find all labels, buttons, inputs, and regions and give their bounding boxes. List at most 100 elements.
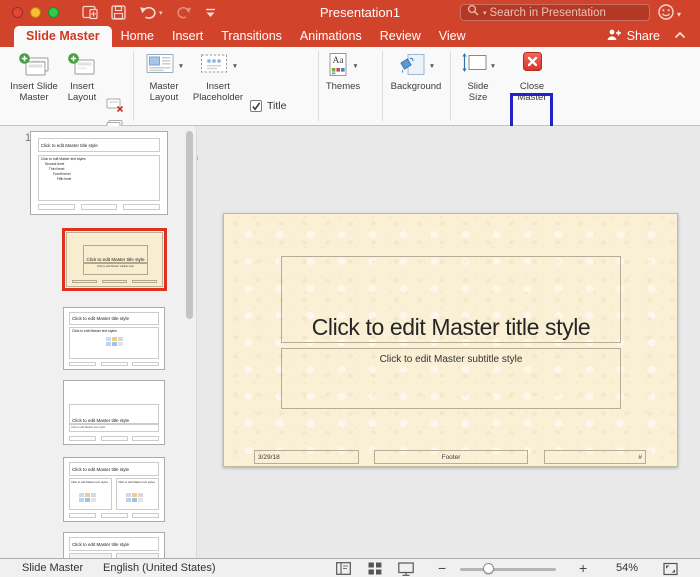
zoom-out-button[interactable]: −	[438, 559, 446, 577]
master-layout-label: Master Layout	[149, 81, 179, 103]
new-presentation-icon[interactable]	[82, 5, 98, 20]
title-checkbox[interactable]: Title	[250, 100, 286, 112]
thumbnail-title-content-layout[interactable]: Click to edit Master title style Click t…	[63, 307, 165, 370]
tab-review[interactable]: Review	[371, 25, 430, 47]
fit-slide-to-window-icon[interactable]	[663, 562, 678, 577]
insert-layout-label: Insert Layout	[67, 81, 97, 103]
slide-title-text: Click to edit Master title style	[311, 314, 591, 341]
slide-editor-canvas: Click to edit Master title style Click t…	[198, 126, 700, 558]
background-dropdown-icon: ▼	[428, 63, 436, 70]
ribbon-slide-master: Insert Slide Master Insert Layout Edit M…	[0, 47, 700, 170]
slide-date-text: 3/29/18	[258, 453, 280, 461]
insert-layout-button[interactable]: Insert Layout	[60, 50, 104, 103]
slide-size-dropdown-icon: ▼	[489, 63, 497, 70]
date-placeholder[interactable]: 3/29/18	[254, 450, 359, 464]
title-checkbox-label: Title	[267, 100, 287, 112]
master-layout-icon	[144, 52, 176, 81]
normal-view-icon[interactable]	[336, 562, 351, 577]
search-input[interactable]: ▾ Search in Presentation	[460, 4, 650, 21]
zoom-percentage[interactable]: 54%	[616, 559, 638, 577]
share-label: Share	[626, 29, 660, 43]
thumb-master-title: Click to edit Master title style	[40, 142, 98, 148]
titlebar: ▾ Presentation1 ▾ Search in Presentation…	[0, 0, 700, 25]
close-window-button[interactable]	[12, 7, 23, 18]
save-icon[interactable]	[111, 5, 126, 20]
thumb-selected-title: Click to edit Master title style	[86, 256, 145, 262]
zoom-in-button[interactable]: +	[579, 559, 587, 577]
background-icon	[397, 52, 427, 84]
search-icon	[467, 4, 480, 22]
delete-slide-button[interactable]	[104, 95, 126, 114]
tab-animations[interactable]: Animations	[291, 25, 371, 47]
status-view-label[interactable]: Slide Master	[22, 559, 83, 577]
minimize-window-button[interactable]	[30, 7, 41, 18]
thumbnail-two-content-layout[interactable]: Click to edit Master title style Click t…	[63, 457, 165, 522]
feedback-dropdown-icon: ▾	[677, 10, 682, 19]
status-language-label[interactable]: English (United States)	[103, 559, 216, 577]
thumbnail-comparison-layout[interactable]: Click to edit Master title style	[63, 532, 165, 558]
background-button[interactable]: ▼ Background	[386, 50, 446, 92]
insert-slide-master-label: Insert Slide Master	[10, 81, 58, 103]
zoom-window-button[interactable]	[48, 7, 59, 18]
tab-slide-master[interactable]: Slide Master	[14, 26, 112, 47]
feedback-button[interactable]: ▾	[657, 3, 681, 26]
slide-size-icon	[460, 52, 488, 81]
footer-placeholder[interactable]: Footer	[374, 450, 528, 464]
powerpoint-window: ▾ Presentation1 ▾ Search in Presentation…	[0, 0, 700, 577]
thumbnail-title-slide-layout-selected[interactable]: Click to edit Master title style Click t…	[66, 232, 163, 287]
thumbnail-slide-master[interactable]: Click to edit Master title style Click t…	[30, 131, 168, 215]
slide-size-button[interactable]: ▼ Slide Size	[455, 50, 501, 103]
share-icon	[606, 28, 622, 44]
zoom-slider[interactable]	[460, 568, 556, 571]
document-title: Presentation1	[319, 5, 401, 20]
insert-slide-master-icon	[6, 50, 62, 81]
themes-dropdown-icon: ▼	[352, 63, 359, 70]
undo-dropdown-icon[interactable]: ▾	[159, 9, 163, 17]
slide-thumbnail-panel: 1 Click to edit Master title style Click…	[0, 126, 197, 558]
tab-transitions[interactable]: Transitions	[212, 25, 291, 47]
zoom-slider-thumb[interactable]	[483, 563, 494, 574]
slide-number-text: #	[638, 453, 642, 461]
tab-insert[interactable]: Insert	[163, 25, 212, 47]
insert-slide-master-button[interactable]: Insert Slide Master	[6, 50, 62, 103]
insert-placeholder-button[interactable]: ▼ Insert Placeholder	[190, 50, 246, 103]
close-master-label: Close Master	[517, 81, 547, 103]
slide-size-label: Slide Size	[467, 81, 489, 103]
redo-icon	[176, 5, 192, 20]
slide-sorter-view-icon[interactable]	[368, 562, 382, 577]
title-checkbox-box	[250, 100, 262, 112]
background-label: Background	[390, 81, 442, 92]
subtitle-placeholder[interactable]: Click to edit Master subtitle style	[281, 348, 621, 409]
undo-icon[interactable]: ▾	[139, 5, 163, 20]
sidebar-scrollbar[interactable]	[186, 129, 193, 555]
search-scope-dropdown-icon[interactable]: ▾	[483, 9, 487, 17]
slide-footer-text: Footer	[441, 453, 461, 461]
themes-icon: Aa	[327, 52, 350, 84]
sidebar-scrollbar-thumb[interactable]	[186, 131, 193, 319]
status-bar: Slide Master English (United States) − +…	[0, 558, 700, 577]
toolbar-options-icon[interactable]	[205, 7, 216, 19]
slide-show-view-icon[interactable]	[398, 562, 414, 577]
thumbnail-section-header-layout[interactable]: Click to edit Master title style Click t…	[63, 380, 165, 445]
insert-placeholder-dropdown-icon: ▼	[231, 63, 239, 70]
master-layout-button[interactable]: ▼ Master Layout	[138, 50, 190, 103]
insert-placeholder-label: Insert Placeholder	[192, 81, 244, 103]
smiley-icon	[657, 3, 675, 26]
thumb-selected-subtitle: Click to edit Master subtitle style	[83, 262, 148, 276]
slide-subtitle-text: Click to edit Master subtitle style	[379, 354, 523, 365]
collapse-ribbon-icon[interactable]	[674, 25, 686, 47]
slide-master-editing-surface[interactable]: Click to edit Master title style Click t…	[223, 213, 678, 467]
tab-home[interactable]: Home	[112, 25, 163, 47]
close-master-button[interactable]: Close Master	[512, 50, 552, 103]
svg-text:Aa: Aa	[333, 56, 345, 66]
title-placeholder[interactable]: Click to edit Master title style	[281, 256, 621, 343]
themes-label: Themes	[325, 81, 361, 92]
annotation-red-box: Click to edit Master title style Click t…	[62, 228, 167, 291]
tab-view[interactable]: View	[430, 25, 475, 47]
insert-layout-icon	[60, 50, 104, 81]
close-master-icon	[522, 52, 542, 71]
slide-number-placeholder[interactable]: #	[544, 450, 646, 464]
share-button[interactable]: Share	[606, 25, 660, 47]
ribbon-tabs: Slide Master Home Insert Transitions Ani…	[0, 25, 700, 47]
themes-button[interactable]: Aa ▼ Themes	[320, 50, 366, 92]
